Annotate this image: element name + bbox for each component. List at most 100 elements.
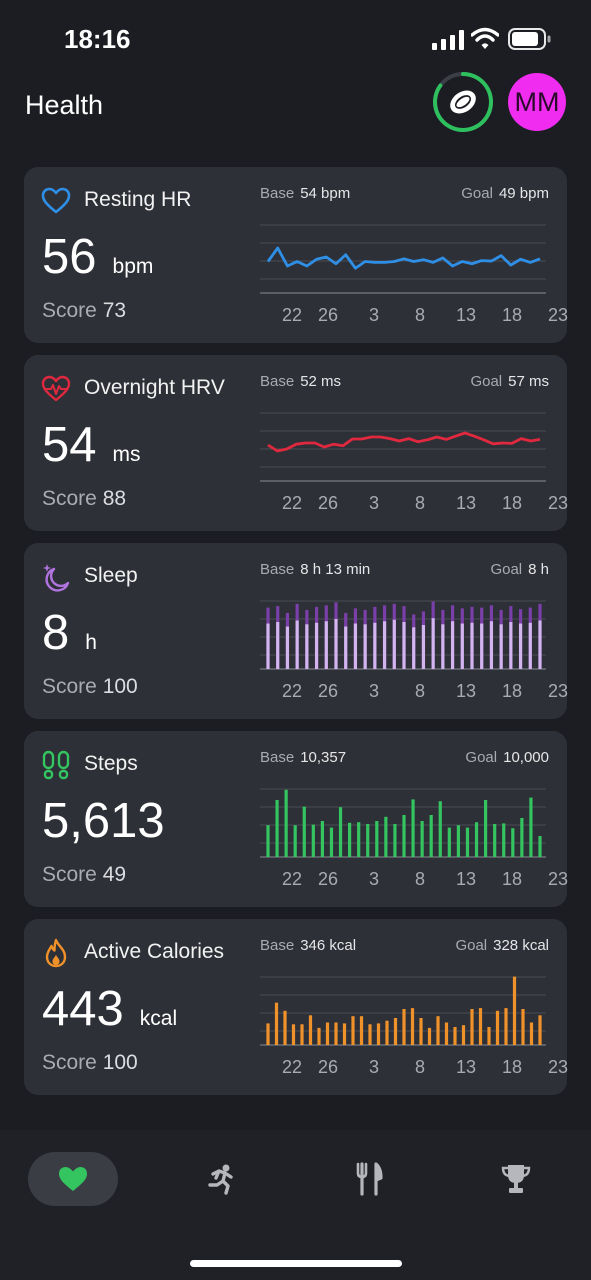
bar <box>461 1025 466 1045</box>
bar <box>300 1024 304 1045</box>
tab-challenges[interactable] <box>471 1152 561 1206</box>
baseline-value: 10,357 <box>300 749 347 766</box>
active-calories-card[interactable]: Active Calories 443 kcal Score 100 Base 3… <box>24 919 568 1095</box>
tab-health[interactable] <box>28 1152 118 1206</box>
bar <box>375 821 379 857</box>
bar <box>293 825 297 857</box>
fork-knife-icon <box>356 1162 383 1196</box>
x-tick-label: 13 <box>455 493 477 513</box>
bar <box>447 827 451 857</box>
bar <box>438 801 442 857</box>
bar <box>465 827 470 857</box>
goal-label: Goal <box>461 185 493 202</box>
card-value: 56 bpm <box>42 229 153 285</box>
x-tick-label: 3 <box>368 869 380 889</box>
bar <box>276 622 280 669</box>
score-text: Score <box>42 299 97 322</box>
avatar[interactable]: MM <box>508 73 566 131</box>
value-number: 54 <box>42 418 97 472</box>
x-tick-label: 22 <box>281 493 303 513</box>
bar <box>338 807 343 857</box>
tab-activity[interactable] <box>175 1152 265 1206</box>
x-tick-label: 22 <box>281 869 303 889</box>
overnight-hrv-card[interactable]: Overnight HRV 54 ms Score 88 Base 52 ms G… <box>24 355 569 531</box>
tab-nutrition[interactable] <box>324 1152 414 1206</box>
bar <box>373 622 377 669</box>
steps-card[interactable]: Steps 5,613 Score 49 Base 10,357 Goal 10,0… <box>24 731 568 907</box>
bar <box>324 621 328 669</box>
baseline: Base 8 h 13 min <box>260 561 370 578</box>
card-value: 8 h <box>42 605 97 661</box>
trophy-icon <box>501 1165 531 1193</box>
goal-value: 328 kcal <box>493 937 549 954</box>
value-number: 443 <box>42 982 124 1036</box>
bar <box>444 1022 449 1045</box>
bar <box>489 621 494 669</box>
bar <box>456 825 460 857</box>
baseline-label: Base <box>260 373 295 390</box>
x-tick-label: 8 <box>414 1057 426 1077</box>
bar <box>266 623 270 669</box>
bar <box>393 1018 398 1045</box>
x-tick-label: 26 <box>317 869 339 889</box>
bar <box>392 619 396 669</box>
tab-bar <box>0 1130 591 1280</box>
bar <box>538 1015 542 1045</box>
bar <box>511 828 515 857</box>
score-label: Score 100 <box>42 1051 138 1075</box>
x-tick-label: 8 <box>414 305 426 325</box>
bar <box>499 624 503 669</box>
score-value: 100 <box>102 1051 138 1074</box>
bar <box>529 797 533 857</box>
bar <box>420 821 424 857</box>
bar <box>402 622 406 669</box>
bar <box>334 618 338 669</box>
x-tick-label: 18 <box>501 869 523 889</box>
bar <box>393 824 397 857</box>
x-axis-labels: 22 26 3 8 13 18 23 <box>250 1057 568 1079</box>
bar <box>441 624 445 669</box>
bar <box>412 627 416 669</box>
score-label: Score 73 <box>42 299 126 323</box>
goal: Goal 10,000 <box>465 749 549 766</box>
score-text: Score <box>42 487 97 510</box>
x-tick-label: 22 <box>281 1057 303 1077</box>
x-tick-label: 18 <box>501 493 523 513</box>
x-tick-label: 22 <box>281 305 303 325</box>
score-text: Score <box>42 1051 97 1074</box>
bar <box>427 1027 432 1045</box>
sleep-card[interactable]: Sleep 8 h Score 100 Base 8 h 13 min Goal 8… <box>24 543 569 719</box>
goal: Goal 49 bpm <box>461 185 549 202</box>
bar <box>384 816 388 857</box>
bar <box>402 1009 406 1045</box>
goal: Goal 8 h <box>490 561 549 578</box>
bar <box>368 1024 372 1045</box>
x-tick-label: 3 <box>368 681 380 701</box>
x-tick-label: 26 <box>317 493 339 513</box>
goal-label: Goal <box>465 749 498 766</box>
x-tick-label: 23 <box>547 681 569 701</box>
bar <box>450 621 455 669</box>
score-label: Score 49 <box>42 863 126 887</box>
x-tick-label: 13 <box>455 681 477 701</box>
bar <box>283 1010 287 1045</box>
goal-value: 10,000 <box>503 749 549 766</box>
value-unit: h <box>85 631 97 654</box>
device-sync-button[interactable] <box>432 71 494 133</box>
bar <box>376 1023 381 1045</box>
bar <box>334 1022 338 1045</box>
goal-value: 57 ms <box>508 373 549 390</box>
x-tick-label: 23 <box>547 493 569 513</box>
bar <box>366 824 370 857</box>
bar <box>274 1002 279 1045</box>
baseline: Base 54 bpm <box>260 185 350 202</box>
home-indicator <box>190 1260 402 1267</box>
overnight-hrv-chart <box>260 412 546 482</box>
bar <box>538 620 542 669</box>
bar <box>266 1023 270 1045</box>
bar <box>317 1027 321 1045</box>
resting-hr-card[interactable]: Resting HR 56 bpm Score 73 Base 54 bpm Go… <box>24 167 568 343</box>
bar <box>320 821 324 857</box>
x-axis-labels: 22 26 3 8 13 18 23 <box>250 305 568 327</box>
bar <box>342 1023 347 1045</box>
